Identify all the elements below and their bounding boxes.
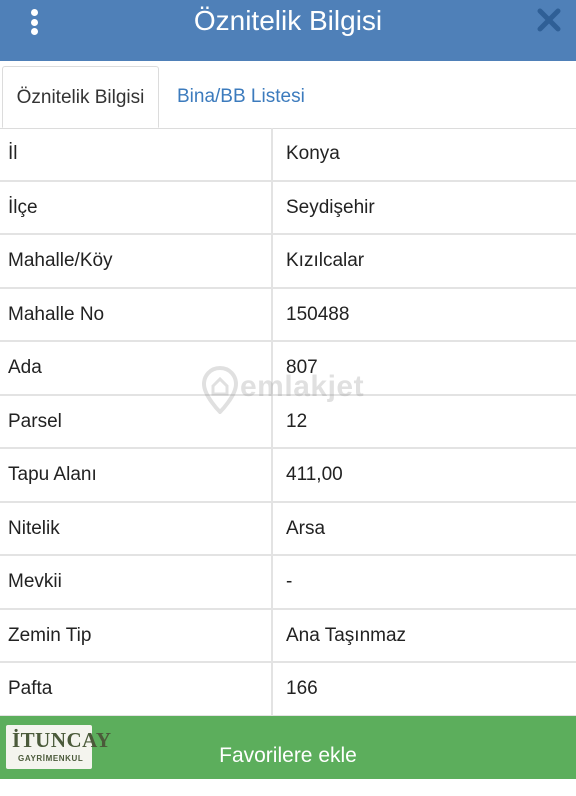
row-label: Parsel <box>0 395 273 447</box>
row-value: 411,00 <box>286 464 343 485</box>
page-title: Öznitelik Bilgisi <box>193 5 383 36</box>
row-label: Mevkii <box>0 556 273 608</box>
row-value: 807 <box>286 357 318 378</box>
row-label: Mahalle/Köy <box>0 235 273 287</box>
row-value: - <box>286 571 293 592</box>
table-row: Nitelik Arsa <box>0 502 576 556</box>
row-value: 12 <box>286 410 308 432</box>
close-icon[interactable] <box>536 7 562 33</box>
logo-sub-text: GAYRİMENKUL <box>18 754 84 763</box>
logo-main-text: İTUNCAY <box>12 728 112 752</box>
table-row: Parsel 12 <box>0 395 576 449</box>
row-label: Nitelik <box>0 502 273 554</box>
company-logo: İTUNCAY GAYRİMENKUL <box>6 725 111 769</box>
table-row: Zemin Tip Ana Taşınmaz <box>0 609 576 663</box>
row-value: Ana Taşınmaz <box>286 624 407 646</box>
row-label: Pafta <box>0 663 273 715</box>
table-row: İl Konya <box>0 128 576 182</box>
row-label: Zemin Tip <box>0 609 273 661</box>
row-label: Mahalle No <box>0 288 273 340</box>
tab-oznitelik-bilgisi[interactable]: Öznitelik Bilgisi <box>2 66 159 128</box>
row-label: Ada <box>0 342 273 394</box>
row-value: 150488 <box>286 303 350 325</box>
row-value: Konya <box>286 143 340 164</box>
row-label: İl <box>0 128 273 180</box>
tab-bina-bb-listesi[interactable]: Bina/BB Listesi <box>177 66 337 128</box>
title-bar: Öznitelik Bilgisi <box>0 0 576 61</box>
table-row: Mahalle No 150488 <box>0 288 576 342</box>
table-row: Pafta 166 <box>0 663 576 717</box>
row-label: İlçe <box>0 181 273 233</box>
table-row: Mahalle/Köy Kızılcalar <box>0 235 576 289</box>
table-row: Tapu Alanı 411,00 <box>0 449 576 503</box>
tab-bar: Öznitelik Bilgisi Bina/BB Listesi <box>0 61 576 129</box>
footer-bar: Favorilere ekle İTUNCAY GAYRİMENKUL <box>0 716 576 779</box>
row-value: Kızılcalar <box>286 250 365 271</box>
attribute-table: İl Konya İlçe Seydişehir Mahalle/Köy Kız… <box>0 128 576 717</box>
row-value: Arsa <box>286 517 326 539</box>
table-row: Mevkii - <box>0 556 576 610</box>
row-label: Tapu Alanı <box>0 449 273 501</box>
table-row: İlçe Seydişehir <box>0 181 576 235</box>
row-value: 166 <box>286 678 318 699</box>
table-row: Ada 807 <box>0 342 576 396</box>
row-value: Seydişehir <box>286 196 375 218</box>
